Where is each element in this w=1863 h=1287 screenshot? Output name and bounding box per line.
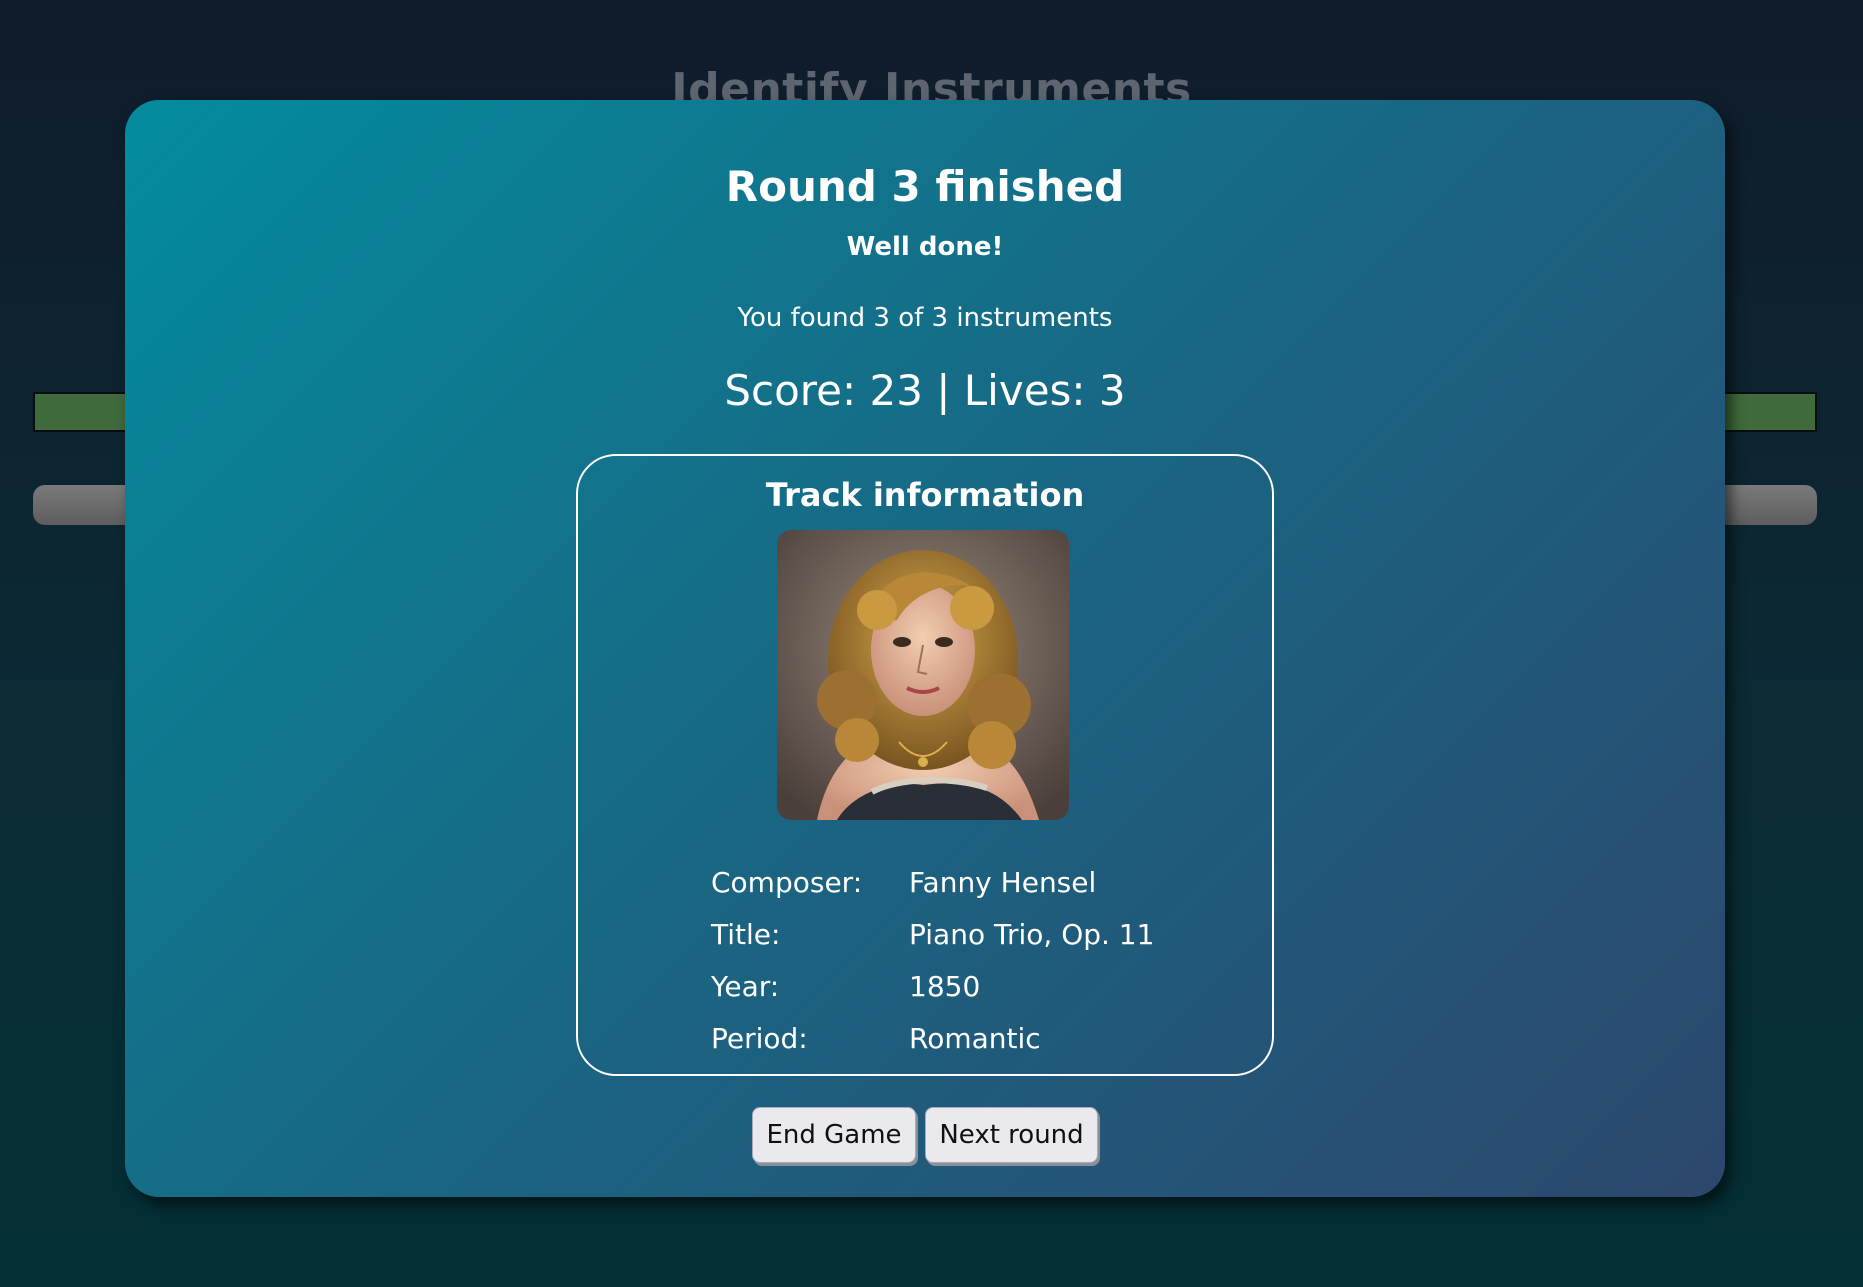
composer-portrait xyxy=(777,530,1069,820)
round-title: Round 3 finished xyxy=(725,162,1125,211)
track-info-heading: Track information xyxy=(765,476,1085,514)
instruments-found-text: You found 3 of 3 instruments xyxy=(737,303,1113,333)
title-label: Title: xyxy=(711,917,781,951)
year-label: Year: xyxy=(711,969,780,1003)
track-info-table: Composer: Fanny Hensel Title: Piano Trio… xyxy=(711,856,1154,1064)
year-value: 1850 xyxy=(909,969,981,1003)
period-value: Romantic xyxy=(909,1021,1041,1055)
info-row-period: Period: Romantic xyxy=(711,1012,1154,1064)
info-row-title: Title: Piano Trio, Op. 11 xyxy=(711,908,1154,960)
composer-portrait-icon xyxy=(777,530,1069,820)
score-lives-line: Score: 23 | Lives: 3 xyxy=(724,366,1126,415)
end-game-button[interactable]: End Game xyxy=(752,1107,916,1163)
track-information-card: Track information Composer: Fanny Hensel… xyxy=(576,454,1274,1076)
next-round-button[interactable]: Next round xyxy=(925,1107,1098,1163)
info-row-composer: Composer: Fanny Hensel xyxy=(711,856,1154,908)
composer-value: Fanny Hensel xyxy=(909,865,1097,899)
round-subtitle: Well done! xyxy=(846,232,1004,262)
title-value: Piano Trio, Op. 11 xyxy=(909,917,1155,951)
round-result-modal: Round 3 finished Well done! You found 3 … xyxy=(125,100,1725,1197)
period-label: Period: xyxy=(711,1021,808,1055)
info-row-year: Year: 1850 xyxy=(711,960,1154,1012)
composer-label: Composer: xyxy=(711,865,863,899)
